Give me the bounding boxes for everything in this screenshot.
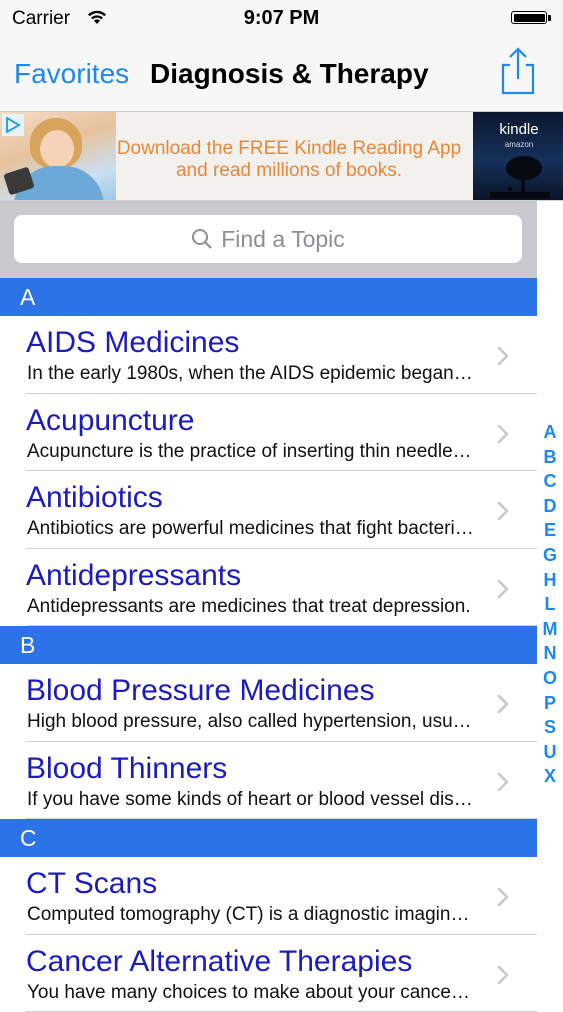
- ad-line-2: and read millions of books.: [108, 160, 470, 182]
- list-item[interactable]: Antibiotics Antibiotics are powerful medi…: [0, 471, 537, 549]
- index-letter-c[interactable]: C: [537, 469, 563, 494]
- chevron-right-icon: [496, 886, 510, 908]
- battery-icon: [511, 11, 551, 26]
- index-letter-s[interactable]: S: [537, 715, 563, 740]
- index-letter-a[interactable]: A: [537, 420, 563, 445]
- ad-line-1: Download the FREE Kindle Reading App: [108, 138, 470, 160]
- topic-list: A AIDS Medicines In the early 1980s, when …: [0, 278, 537, 1012]
- section-header-b: B: [0, 626, 537, 664]
- topic-summary: Computed tomography (CT) is a diagnostic…: [27, 904, 475, 926]
- ad-choices-icon[interactable]: [2, 114, 24, 136]
- index-letter-m[interactable]: M: [537, 617, 563, 642]
- topic-title: Blood Thinners: [26, 752, 227, 786]
- index-letter-b[interactable]: B: [537, 445, 563, 470]
- clock: 9:07 PM: [0, 7, 563, 30]
- list-item[interactable]: AIDS Medicines In the early 1980s, when t…: [0, 316, 537, 394]
- topic-summary: You have many choices to make about your…: [27, 982, 475, 1004]
- index-letter-e[interactable]: E: [537, 518, 563, 543]
- index-letter-h[interactable]: H: [537, 568, 563, 593]
- list-item[interactable]: Blood Pressure Medicines High blood press…: [0, 664, 537, 742]
- topic-summary: Acupuncture is the practice of inserting…: [27, 441, 475, 463]
- topic-title: Blood Pressure Medicines: [26, 674, 375, 708]
- share-icon: [498, 47, 538, 97]
- topic-title: Cancer Alternative Therapies: [26, 945, 412, 979]
- search-icon: [191, 228, 213, 250]
- topic-title: CT Scans: [26, 867, 157, 901]
- status-bar: Carrier 9:07 PM: [0, 0, 563, 38]
- section-header-c: C: [0, 819, 537, 857]
- share-button[interactable]: [498, 47, 538, 97]
- list-item[interactable]: Cancer Alternative Therapies You have man…: [0, 935, 537, 1012]
- index-letter-o[interactable]: O: [537, 666, 563, 691]
- chevron-right-icon: [496, 345, 510, 367]
- index-letter-g[interactable]: G: [537, 543, 563, 568]
- topic-title: AIDS Medicines: [26, 326, 239, 360]
- section-index-list: ABCDEGHLMNOPSUX: [537, 420, 563, 789]
- chevron-right-icon: [496, 500, 510, 522]
- search-placeholder: Find a Topic: [221, 226, 345, 252]
- list-item[interactable]: CT Scans Computed tomography (CT) is a di…: [0, 857, 537, 935]
- section-index-bar[interactable]: ABCDEGHLMNOPSUX: [537, 278, 563, 1000]
- index-letter-p[interactable]: P: [537, 691, 563, 716]
- topic-title: Antidepressants: [26, 559, 241, 593]
- list-item[interactable]: Antidepressants Antidepressants are medic…: [0, 549, 537, 627]
- index-letter-d[interactable]: D: [537, 494, 563, 519]
- ad-text: Download the FREE Kindle Reading App and…: [108, 138, 470, 182]
- search-bar-area: Find a Topic: [0, 201, 537, 278]
- page-title: Diagnosis & Therapy: [150, 58, 429, 90]
- topic-title: Acupuncture: [26, 404, 194, 438]
- chevron-right-icon: [496, 771, 510, 793]
- row-divider: [26, 625, 537, 626]
- topic-summary: In the early 1980s, when the AIDS epidem…: [27, 363, 475, 385]
- tree-icon: [490, 152, 550, 198]
- topic-summary: If you have some kinds of heart or blood…: [27, 789, 475, 811]
- section-header-a: A: [0, 278, 537, 316]
- chevron-right-icon: [496, 578, 510, 600]
- row-divider: [26, 818, 537, 819]
- amazon-logo: amazon: [474, 140, 563, 149]
- index-letter-n[interactable]: N: [537, 641, 563, 666]
- topic-summary: Antibiotics are powerful medicines that …: [27, 518, 475, 540]
- chevron-right-icon: [496, 423, 510, 445]
- chevron-right-icon: [496, 693, 510, 715]
- topic-title: Antibiotics: [26, 481, 163, 515]
- topic-summary: High blood pressure, also called hyperte…: [27, 711, 475, 733]
- chevron-right-icon: [496, 964, 510, 986]
- navigation-bar: Favorites Diagnosis & Therapy: [0, 38, 563, 112]
- list-item[interactable]: Acupuncture Acupuncture is the practice o…: [0, 394, 537, 472]
- list-item[interactable]: Blood Thinners If you have some kinds of …: [0, 742, 537, 820]
- index-letter-x[interactable]: X: [537, 764, 563, 789]
- search-input[interactable]: Find a Topic: [14, 215, 522, 263]
- index-letter-u[interactable]: U: [537, 740, 563, 765]
- kindle-logo: kindle: [474, 121, 563, 138]
- index-letter-l[interactable]: L: [537, 592, 563, 617]
- favorites-back-button[interactable]: Favorites: [14, 58, 129, 90]
- kindle-ad-banner[interactable]: Download the FREE Kindle Reading App and…: [0, 112, 563, 201]
- topic-summary: Antidepressants are medicines that treat…: [27, 596, 475, 618]
